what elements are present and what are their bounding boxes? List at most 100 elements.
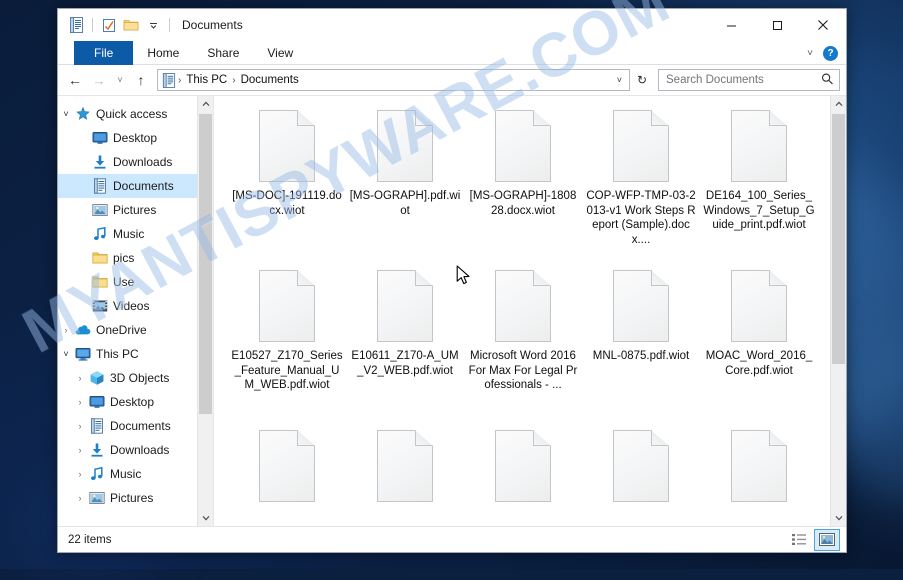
- sidebar-item-onedrive[interactable]: › OneDrive: [58, 318, 213, 342]
- sidebar-item-documents[interactable]: Documents: [58, 174, 213, 198]
- blank-file-icon: [377, 430, 433, 502]
- sidebar-item-use[interactable]: Use: [58, 270, 213, 294]
- customize-qat-chevron-icon[interactable]: [142, 14, 164, 36]
- status-bar: 22 items: [58, 526, 846, 552]
- close-button[interactable]: [800, 9, 846, 41]
- sidebar-item-quick-access[interactable]: ˅ Quick access: [58, 102, 213, 126]
- breadcrumb-documents[interactable]: Documents: [237, 74, 303, 86]
- file-item[interactable]: Microsoft Word 2016 For Max For Legal Pr…: [464, 264, 582, 424]
- expand-chevron-icon[interactable]: ›: [72, 397, 88, 407]
- properties-icon[interactable]: [98, 14, 120, 36]
- navigation-pane-scrollbar[interactable]: [197, 96, 213, 526]
- refresh-button[interactable]: ↻: [632, 69, 652, 91]
- blank-file-icon: [259, 270, 315, 342]
- scroll-down-arrow-icon[interactable]: [831, 510, 846, 526]
- search-input[interactable]: [666, 74, 822, 86]
- tab-share[interactable]: Share: [193, 41, 253, 65]
- blank-file-icon: [731, 270, 787, 342]
- file-item[interactable]: [464, 424, 582, 526]
- expand-chevron-icon[interactable]: ›: [72, 469, 88, 479]
- scroll-up-arrow-icon[interactable]: [198, 96, 213, 112]
- recent-locations-button[interactable]: ˅: [112, 69, 128, 91]
- documents-breadcrumb-icon: [161, 72, 177, 88]
- explorer-body: ˅ Quick access Desktop Downloads Documents Pi…: [58, 95, 846, 526]
- scroll-down-arrow-icon[interactable]: [198, 510, 213, 526]
- file-list-pane[interactable]: [MS-DOC]-191119.docx.wiot [MS-OGRAPH].pdf…: [214, 96, 846, 526]
- sidebar-item-desktop[interactable]: Desktop: [58, 126, 213, 150]
- file-item[interactable]: [228, 424, 346, 526]
- maximize-button[interactable]: [754, 9, 800, 41]
- sidebar-item-music[interactable]: › Music: [58, 462, 213, 486]
- search-box[interactable]: [658, 69, 840, 91]
- file-item[interactable]: [MS-DOC]-191119.docx.wiot: [228, 104, 346, 264]
- file-item[interactable]: COP-WFP-TMP-03-2013-v1 Work Steps Report…: [582, 104, 700, 264]
- collapse-chevron-icon[interactable]: ˅: [58, 109, 74, 119]
- pin-star-icon: [74, 106, 92, 122]
- file-name-label: MOAC_Word_2016_Core.pdf.wiot: [705, 350, 813, 377]
- address-dropdown-chevron-icon[interactable]: ˅: [612, 75, 627, 85]
- sidebar-item-videos[interactable]: Videos: [58, 294, 213, 318]
- file-item[interactable]: MNL-0875.pdf.wiot: [582, 264, 700, 424]
- file-item[interactable]: E10611_Z170-A_UM_V2_WEB.pdf.wiot: [346, 264, 464, 424]
- sidebar-item-music[interactable]: Music: [58, 222, 213, 246]
- expand-chevron-icon[interactable]: ›: [58, 325, 74, 335]
- new-folder-icon[interactable]: [120, 14, 142, 36]
- file-grid: [MS-DOC]-191119.docx.wiot [MS-OGRAPH].pdf…: [214, 96, 830, 526]
- sidebar-item-desktop[interactable]: › Desktop: [58, 390, 213, 414]
- search-icon[interactable]: [818, 70, 839, 91]
- sidebar-item-label: Downloads: [113, 155, 173, 169]
- music-icon: [91, 226, 109, 242]
- scrollbar-thumb[interactable]: [832, 114, 845, 364]
- help-icon[interactable]: ?: [823, 45, 838, 61]
- sidebar-item-label: This PC: [96, 347, 139, 361]
- scroll-up-arrow-icon[interactable]: [831, 96, 846, 112]
- scrollbar-thumb[interactable]: [199, 114, 212, 414]
- pictures-icon: [88, 490, 106, 506]
- blank-file-icon: [613, 270, 669, 342]
- expand-chevron-icon[interactable]: ›: [72, 373, 88, 383]
- tab-view[interactable]: View: [253, 41, 307, 65]
- sidebar-item-this-pc[interactable]: ˅ This PC: [58, 342, 213, 366]
- item-count-label: 22 items: [68, 533, 112, 546]
- file-item[interactable]: MOAC_Word_2016_Core.pdf.wiot: [700, 264, 818, 424]
- details-view-button[interactable]: [786, 529, 812, 551]
- address-bar[interactable]: › This PC › Documents ˅: [157, 69, 630, 91]
- sidebar-item-pics[interactable]: pics: [58, 246, 213, 270]
- file-name-label: E10527_Z170_Series_Feature_Manual_UM_WEB…: [231, 350, 343, 391]
- forward-button[interactable]: →: [88, 69, 110, 91]
- back-button[interactable]: ←: [64, 69, 86, 91]
- sidebar-item-downloads[interactable]: Downloads: [58, 150, 213, 174]
- file-pane-scrollbar[interactable]: [830, 96, 846, 526]
- ribbon-tab-strip: File Home Share View ˅ ?: [58, 41, 846, 65]
- sidebar-item-documents[interactable]: › Documents: [58, 414, 213, 438]
- sidebar-item-label: OneDrive: [96, 323, 147, 337]
- blank-file-icon: [495, 430, 551, 502]
- file-item[interactable]: E10527_Z170_Series_Feature_Manual_UM_WEB…: [228, 264, 346, 424]
- sidebar-item-pictures[interactable]: Pictures: [58, 198, 213, 222]
- file-item[interactable]: [346, 424, 464, 526]
- file-item[interactable]: DE164_100_Series_Windows_7_Setup_Guide_p…: [700, 104, 818, 264]
- collapse-chevron-icon[interactable]: ˅: [58, 349, 74, 359]
- scrollbar-track[interactable]: [831, 112, 846, 510]
- file-item[interactable]: [700, 424, 818, 526]
- breadcrumb-this-pc[interactable]: This PC: [182, 74, 231, 86]
- sidebar-item-3d-objects[interactable]: › 3D Objects: [58, 366, 213, 390]
- expand-chevron-icon[interactable]: ›: [72, 421, 88, 431]
- scrollbar-track[interactable]: [198, 112, 213, 510]
- expand-chevron-icon[interactable]: ›: [72, 445, 88, 455]
- expand-chevron-icon[interactable]: ›: [72, 493, 88, 503]
- tab-home[interactable]: Home: [133, 41, 193, 65]
- minimize-button[interactable]: [708, 9, 754, 41]
- file-item[interactable]: [582, 424, 700, 526]
- 3dobjects-icon: [88, 370, 106, 386]
- large-icons-view-button[interactable]: [814, 528, 840, 551]
- file-item[interactable]: [MS-OGRAPH]-180828.docx.wiot: [464, 104, 582, 264]
- up-button[interactable]: ↑: [130, 69, 152, 91]
- sidebar-item-downloads[interactable]: › Downloads: [58, 438, 213, 462]
- file-item[interactable]: [MS-OGRAPH].pdf.wiot: [346, 104, 464, 264]
- window-controls: [708, 9, 846, 41]
- sidebar-item-pictures[interactable]: › Pictures: [58, 486, 213, 510]
- tab-file[interactable]: File: [74, 41, 134, 65]
- file-name-label: [MS-OGRAPH]-180828.docx.wiot: [469, 190, 577, 217]
- expand-ribbon-chevron-icon[interactable]: ˅: [803, 48, 817, 59]
